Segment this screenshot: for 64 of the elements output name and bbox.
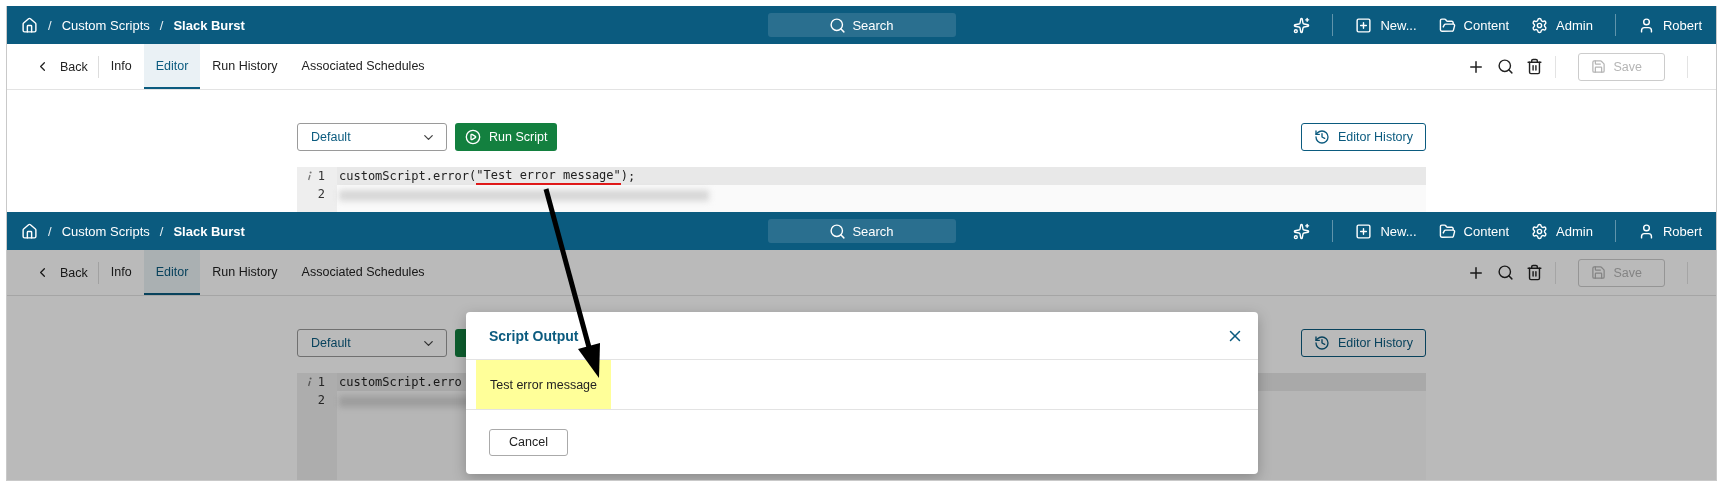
nav-link[interactable]: Content xyxy=(1438,16,1510,34)
output-message: Test error message xyxy=(476,360,611,409)
tab[interactable]: Run History xyxy=(200,250,290,295)
search-field[interactable]: Search xyxy=(767,219,956,243)
search-field[interactable]: Search xyxy=(767,13,956,37)
tab[interactable]: Editor xyxy=(143,250,201,295)
breadcrumb-link[interactable]: Custom Scripts xyxy=(61,17,150,33)
breadcrumb-separator: / xyxy=(48,223,52,239)
tab[interactable]: Info xyxy=(98,44,144,89)
dialog-title: Script Output xyxy=(489,327,579,344)
settings-icon xyxy=(1531,222,1549,240)
back-link[interactable]: Back xyxy=(35,250,98,295)
nav-link[interactable]: Robert xyxy=(1637,222,1702,240)
line-number: 1 xyxy=(317,375,325,389)
search-icon[interactable] xyxy=(1496,58,1514,75)
plus-square-icon xyxy=(1355,222,1373,240)
plus-square-icon xyxy=(1355,16,1373,34)
nav-link[interactable]: Admin xyxy=(1531,16,1593,34)
sparkles-icon[interactable] xyxy=(1293,222,1311,240)
tab[interactable]: Run History xyxy=(200,44,290,89)
nav-link[interactable]: New... xyxy=(1355,222,1417,240)
info-icon xyxy=(306,377,312,387)
script-select[interactable]: Default xyxy=(297,329,447,357)
tab[interactable]: Associated Schedules xyxy=(289,250,437,295)
back-link[interactable]: Back xyxy=(35,44,98,89)
search-icon xyxy=(829,222,847,240)
save-icon xyxy=(1590,59,1606,74)
trash-icon[interactable] xyxy=(1525,264,1543,281)
sparkles-icon[interactable] xyxy=(1293,16,1311,34)
breadcrumb-link[interactable]: Custom Scripts xyxy=(61,223,150,239)
info-icon xyxy=(306,171,312,181)
line-number: 1 xyxy=(317,169,325,183)
line-number: 2 xyxy=(317,187,325,201)
script-select[interactable]: Default xyxy=(297,123,447,151)
tab[interactable]: Editor xyxy=(143,44,201,89)
breadcrumb-link[interactable]: Slack Burst xyxy=(173,223,245,239)
cancel-button[interactable]: Cancel xyxy=(489,428,568,456)
nav-link[interactable]: Admin xyxy=(1531,222,1593,240)
search-icon[interactable] xyxy=(1496,264,1514,281)
nav-link[interactable]: Robert xyxy=(1637,16,1702,34)
nav-link[interactable]: New... xyxy=(1355,16,1417,34)
line-number: 2 xyxy=(317,393,325,407)
search-icon xyxy=(829,16,847,34)
code-editor[interactable]: 1 2 customScript.error("Test error message"); xyxy=(297,167,1426,212)
home-icon[interactable] xyxy=(21,16,38,34)
history-icon xyxy=(1313,335,1330,351)
trash-icon[interactable] xyxy=(1525,58,1543,75)
breadcrumb-link[interactable]: Slack Burst xyxy=(173,17,245,33)
save-icon xyxy=(1590,265,1606,280)
tab[interactable]: Associated Schedules xyxy=(289,44,437,89)
breadcrumb-separator: / xyxy=(159,17,164,33)
breadcrumb-separator: / xyxy=(48,17,52,33)
home-icon[interactable] xyxy=(21,222,38,240)
history-icon xyxy=(1313,129,1330,145)
tab[interactable]: Info xyxy=(98,250,144,295)
folder-icon xyxy=(1438,16,1456,34)
run-script-button[interactable]: Run Script xyxy=(455,123,558,151)
settings-icon xyxy=(1531,16,1549,34)
folder-icon xyxy=(1438,222,1456,240)
play-icon xyxy=(465,129,481,145)
breadcrumb-separator: / xyxy=(159,223,164,239)
nav-link[interactable]: Content xyxy=(1438,222,1510,240)
editor-history-button[interactable]: Editor History xyxy=(1300,329,1426,357)
editor-history-button[interactable]: Editor History xyxy=(1300,123,1426,151)
